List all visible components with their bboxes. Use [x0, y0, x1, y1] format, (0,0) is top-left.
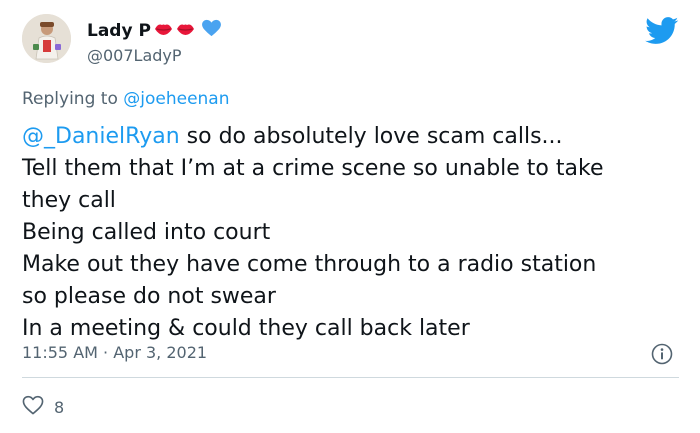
- like-button[interactable]: 8: [22, 395, 64, 419]
- kiss-mark-icon: [176, 21, 195, 41]
- verified-heart-icon: [201, 19, 222, 42]
- display-name[interactable]: Lady P: [87, 19, 222, 42]
- tweet-line: @_DanielRyan so do absolutely love scam …: [22, 121, 687, 153]
- tweet-card: Lady P @007LadyP Replying to @joeheenan: [0, 0, 700, 433]
- replying-to-label: Replying to: [22, 89, 118, 109]
- tweet-line: In a meeting & could they call back late…: [22, 316, 470, 341]
- heart-outline-icon: [22, 395, 44, 419]
- tweet-line: Being called into court: [22, 220, 271, 245]
- avatar-image: [22, 14, 71, 63]
- divider: [22, 377, 679, 378]
- mention-link[interactable]: @_DanielRyan: [22, 124, 180, 149]
- info-icon[interactable]: [651, 343, 673, 365]
- kiss-mark-icon: [154, 21, 173, 41]
- tweet-timestamp[interactable]: 11:55 AM · Apr 3, 2021: [22, 343, 207, 363]
- tweet-date: Apr 3, 2021: [113, 343, 208, 362]
- tweet-text: @_DanielRyan so do absolutely love scam …: [22, 121, 687, 345]
- tweet-time: 11:55 AM: [22, 343, 98, 362]
- user-handle[interactable]: @007LadyP: [87, 46, 182, 66]
- like-count: 8: [54, 397, 65, 417]
- display-name-text: Lady P: [87, 20, 151, 41]
- tweet-line-text: so do absolutely love scam calls...: [179, 124, 563, 149]
- meta-separator: ·: [103, 343, 109, 362]
- tweet-line: Tell them that I’m at a crime scene so u…: [22, 156, 604, 181]
- tweet-line: they call: [22, 188, 116, 213]
- twitter-bird-icon[interactable]: [645, 17, 679, 45]
- replying-to: Replying to @joeheenan: [22, 88, 230, 110]
- tweet-line: Make out they have come through to a rad…: [22, 252, 597, 277]
- tweet-line: so please do not swear: [22, 284, 276, 309]
- avatar[interactable]: [22, 14, 71, 63]
- replying-to-mention-link[interactable]: @joeheenan: [123, 89, 229, 109]
